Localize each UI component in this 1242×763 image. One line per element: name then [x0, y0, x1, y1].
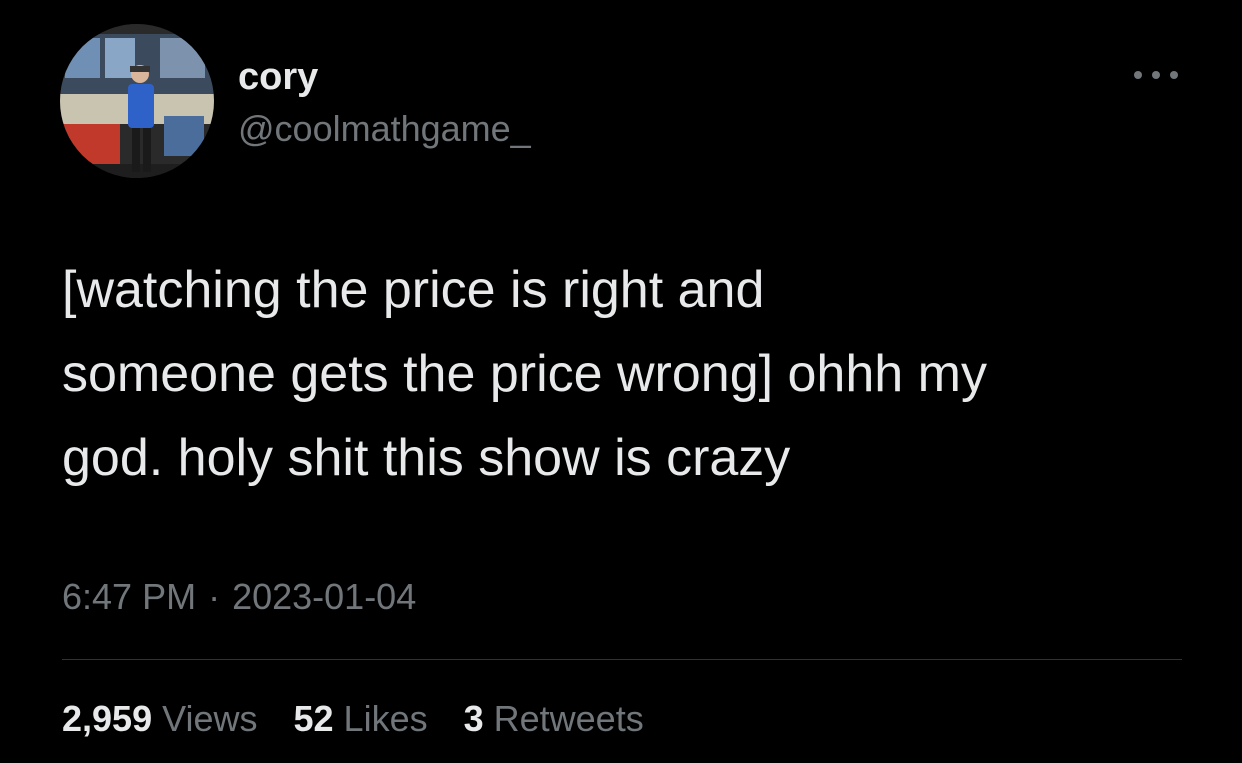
- retweets-count: 3: [463, 698, 484, 739]
- tweet-stats: 2,959 Views 52 Likes 3 Retweets: [62, 696, 670, 742]
- views-stat[interactable]: 2,959 Views: [62, 696, 257, 742]
- divider: [62, 659, 1182, 660]
- retweets-stat[interactable]: 3 Retweets: [464, 696, 644, 742]
- tweet-time: 6:47 PM: [62, 576, 197, 617]
- tweet-card: cory @coolmathgame_ [watching the price …: [0, 0, 1242, 763]
- meta-separator: ·: [208, 576, 221, 617]
- retweets-label: Retweets: [493, 698, 644, 739]
- tweet-timestamp[interactable]: 6:47 PM · 2023-01-04: [62, 574, 416, 620]
- avatar[interactable]: [60, 24, 214, 178]
- display-name[interactable]: cory: [238, 53, 318, 101]
- more-horizontal-icon: [1134, 71, 1178, 79]
- likes-stat[interactable]: 52 Likes: [294, 696, 428, 742]
- tweet-text: [watching the price is right and someone…: [62, 261, 987, 487]
- user-handle[interactable]: @coolmathgame_: [238, 106, 531, 152]
- tweet-date: 2023-01-04: [232, 576, 417, 617]
- likes-count: 52: [293, 698, 334, 739]
- more-options-button[interactable]: [1126, 58, 1186, 92]
- likes-label: Likes: [343, 698, 428, 739]
- avatar-photo: [60, 24, 214, 178]
- views-label: Views: [162, 698, 258, 739]
- views-count: 2,959: [62, 698, 153, 739]
